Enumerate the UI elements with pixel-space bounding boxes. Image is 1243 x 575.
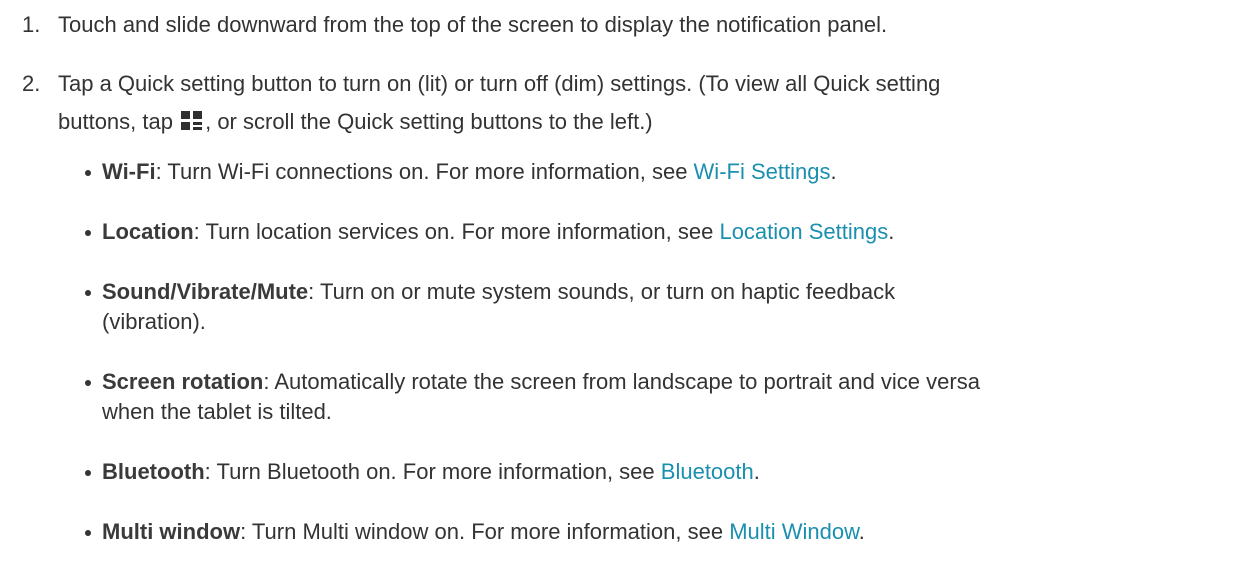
step-1-number: 1. — [22, 12, 41, 37]
desc-multi-window: : Turn Multi window on. For more informa… — [240, 519, 730, 544]
list-item-bluetooth: Bluetooth: Turn Bluetooth on. For more i… — [82, 457, 1233, 487]
bullet-icon — [85, 380, 91, 386]
bullet-icon — [85, 170, 91, 176]
link-multi-window[interactable]: Multi Window — [729, 519, 859, 544]
bullet-icon — [85, 470, 91, 476]
step-2-text-line1: Tap a Quick setting button to turn on (l… — [58, 71, 941, 96]
step-2-text-line2-end: , or scroll the Quick setting buttons to… — [205, 109, 653, 134]
bullet-icon — [85, 530, 91, 536]
period: . — [753, 459, 760, 484]
period: . — [888, 219, 895, 244]
list-item-multi-window: Multi window: Turn Multi window on. For … — [82, 517, 1233, 547]
step-1: 1. Touch and slide downward from the top … — [22, 7, 1233, 43]
list-item-location: Location: Turn location services on. For… — [82, 217, 1233, 247]
link-location-settings[interactable]: Location Settings — [719, 219, 888, 244]
instructions-document: 1. Touch and slide downward from the top … — [0, 0, 1243, 575]
list-item-screen-rotation: Screen rotation: Automatically rotate th… — [82, 367, 1233, 427]
desc-sound-line2: (vibration). — [102, 309, 206, 334]
term-wifi: Wi-Fi — [102, 159, 156, 184]
list-item-sound: Sound/Vibrate/Mute: Turn on or mute syst… — [82, 277, 1233, 337]
list-item-wifi: Wi-Fi: Turn Wi-Fi connections on. For mo… — [82, 157, 1233, 187]
quick-settings-grid-icon — [181, 111, 203, 131]
term-bluetooth: Bluetooth — [102, 459, 205, 484]
desc-screen-rotation-line1: : Automatically rotate the screen from l… — [263, 369, 980, 394]
desc-wifi: : Turn Wi-Fi connections on. For more in… — [155, 159, 694, 184]
period: . — [830, 159, 837, 184]
desc-location: : Turn location services on. For more in… — [193, 219, 720, 244]
period: . — [858, 519, 865, 544]
term-location: Location — [102, 219, 194, 244]
term-multi-window: Multi window — [102, 519, 241, 544]
step-2-line2: buttons, tap , or scroll the Quick setti… — [58, 104, 653, 140]
step-2-text-line2-start: buttons, tap — [58, 109, 180, 134]
link-wifi-settings[interactable]: Wi-Fi Settings — [694, 159, 831, 184]
desc-sound-line1: : Turn on or mute system sounds, or turn… — [308, 279, 896, 304]
step-2: 2. Tap a Quick setting button to turn on … — [22, 66, 1233, 102]
step-1-text: Touch and slide downward from the top of… — [58, 12, 888, 37]
desc-bluetooth: : Turn Bluetooth on. For more informatio… — [204, 459, 661, 484]
bullet-icon — [85, 230, 91, 236]
desc-screen-rotation-line2: when the tablet is tilted. — [102, 399, 332, 424]
link-bluetooth[interactable]: Bluetooth — [661, 459, 754, 484]
bullet-icon — [85, 290, 91, 296]
step-2-number: 2. — [22, 71, 41, 96]
term-sound: Sound/Vibrate/Mute — [102, 279, 309, 304]
term-screen-rotation: Screen rotation — [102, 369, 264, 394]
